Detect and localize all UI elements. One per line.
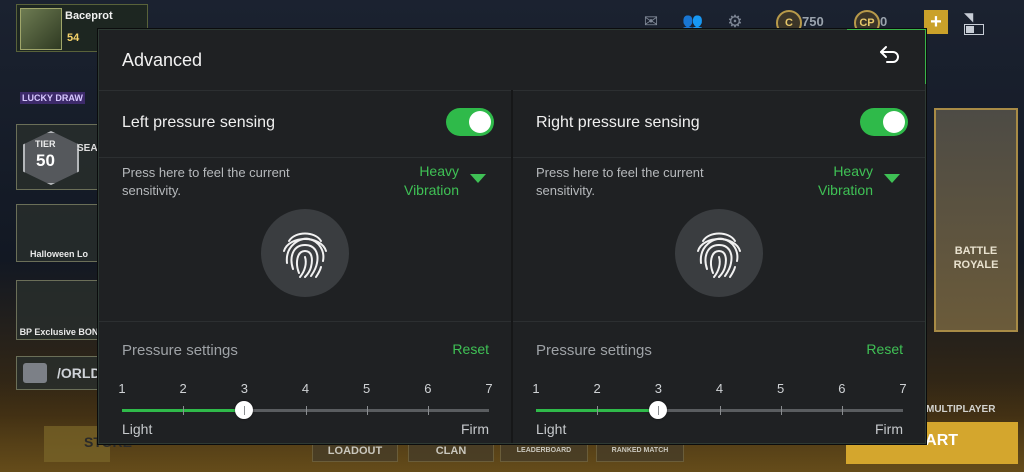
right-pressure-panel: Right pressure sensing Press here to fee…	[513, 91, 925, 443]
advanced-dialog: Advanced Left pressure sensing Press her…	[98, 29, 926, 444]
dropdown-triangle-icon[interactable]	[884, 174, 900, 183]
event-label: Halloween Lo	[29, 249, 88, 259]
tier-tile[interactable]: TIER 50 SEAS	[16, 124, 104, 190]
lucky-draw-tile[interactable]: LUCKY DRAW	[20, 68, 102, 110]
slider-step-mark	[841, 406, 843, 415]
left-panel-title: Left pressure sensing	[122, 114, 275, 131]
scale-number: 7	[485, 381, 493, 396]
section-divider	[513, 157, 925, 158]
add-currency-button[interactable]: +	[924, 10, 948, 34]
dialog-title: Advanced	[122, 50, 203, 70]
battery-icon	[964, 24, 984, 35]
left-pressure-slider[interactable]	[122, 401, 489, 419]
battle-royale-label: BATTLE ROYALE	[953, 245, 999, 271]
multiplayer-label: MULTIPLAYER	[926, 404, 996, 415]
slider-step-mark	[183, 406, 185, 415]
back-arrow-icon	[880, 46, 899, 63]
left-sensing-toggle[interactable]	[446, 108, 494, 136]
scale-number: 5	[363, 381, 371, 396]
bp-tile[interactable]: BP Exclusive BON	[16, 280, 102, 340]
scale-numbers: 1 2 3 4 5 6 7	[527, 381, 911, 401]
scale-number: 1	[118, 381, 126, 396]
tier-label: TIER	[35, 139, 56, 149]
sensitivity-hint: Press here to feel the current sensitivi…	[122, 165, 290, 198]
scale-number: 3	[654, 381, 662, 396]
slider-step-mark	[427, 406, 429, 415]
section-divider	[99, 157, 511, 158]
section-divider	[513, 321, 925, 322]
scale-number: 1	[532, 381, 540, 396]
scale-number: 2	[179, 381, 187, 396]
scale-number: 4	[715, 381, 724, 396]
right-pressure-slider[interactable]	[536, 401, 903, 419]
player-name: Baceprot	[65, 10, 113, 22]
scale-number: 2	[593, 381, 601, 396]
toggle-knob	[883, 111, 905, 133]
cp-value: 0	[880, 14, 888, 29]
chat-button[interactable]: /ORLD	[16, 356, 102, 390]
sensitivity-hint: Press here to feel the current sensitivi…	[536, 165, 704, 198]
scale-number: 6	[424, 381, 432, 396]
chat-icon	[23, 363, 47, 383]
left-fingerprint-pad[interactable]	[261, 209, 349, 297]
left-reset-button[interactable]: Reset	[429, 341, 489, 357]
back-button[interactable]	[873, 40, 907, 70]
left-pressure-panel: Left pressure sensing Press here to feel…	[99, 91, 511, 443]
pressure-settings-label: Pressure settings	[536, 342, 652, 359]
toggle-knob	[469, 111, 491, 133]
scale-numbers: 1 2 3 4 5 6 7	[113, 381, 497, 401]
right-reset-button[interactable]: Reset	[843, 341, 903, 357]
right-sensing-toggle[interactable]	[860, 108, 908, 136]
light-label: Light	[122, 421, 153, 437]
dropdown-triangle-icon[interactable]	[470, 174, 486, 183]
pressure-settings-label: Pressure settings	[122, 342, 238, 359]
scale-number: 6	[838, 381, 846, 396]
bp-label: BP Exclusive BON	[19, 327, 99, 337]
vibration-dropdown[interactable]: Heavy Vibration	[369, 162, 459, 200]
slider-step-mark	[597, 406, 599, 415]
slider-step-mark	[658, 406, 660, 415]
right-fingerprint-pad[interactable]	[675, 209, 763, 297]
player-avatar	[20, 8, 62, 50]
scale-number: 5	[777, 381, 785, 396]
firm-label: Firm	[875, 421, 903, 437]
tier-value: 50	[36, 151, 55, 170]
credits-value: 750	[802, 14, 824, 29]
event-tile[interactable]: Halloween Lo	[16, 204, 102, 262]
vibration-dropdown[interactable]: Heavy Vibration	[783, 162, 873, 200]
chat-label: /ORLD	[57, 365, 101, 381]
lucky-draw-label: LUCKY DRAW	[20, 92, 85, 104]
player-level: 54	[67, 32, 80, 44]
firm-label: Firm	[461, 421, 489, 437]
slider-step-mark	[366, 406, 368, 415]
light-label: Light	[536, 421, 567, 437]
battle-royale-tile[interactable]: BATTLE ROYALE	[934, 108, 1018, 332]
slider-step-mark	[305, 406, 307, 415]
right-panel-title: Right pressure sensing	[536, 114, 700, 131]
scale-number: 4	[301, 381, 310, 396]
fingerprint-icon	[283, 232, 327, 278]
section-divider	[99, 321, 511, 322]
slider-step-mark	[780, 406, 782, 415]
scale-number: 3	[240, 381, 248, 396]
slider-step-mark	[244, 406, 246, 415]
wifi-icon: ◥	[964, 10, 974, 24]
fingerprint-icon	[697, 232, 741, 278]
scale-number: 7	[899, 381, 907, 396]
slider-step-mark	[719, 406, 721, 415]
